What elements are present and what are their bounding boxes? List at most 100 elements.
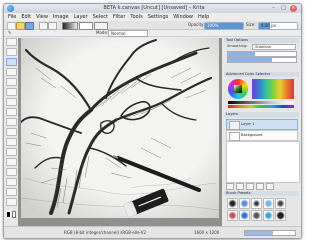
brush-preset-item[interactable] xyxy=(275,198,286,209)
layer-thumbnail xyxy=(229,121,240,130)
pattern-selector-icon[interactable] xyxy=(79,22,93,30)
layer-actions xyxy=(226,183,274,190)
color-swatch-grid[interactable] xyxy=(252,79,294,99)
smoothing-select[interactable]: Stabilizer xyxy=(252,44,296,50)
move-layer-up-icon[interactable] xyxy=(246,183,254,190)
menu-item-filter[interactable]: Filter xyxy=(113,13,125,21)
polygon-tool-icon[interactable] xyxy=(6,98,17,106)
new-document-icon[interactable] xyxy=(7,22,16,30)
brush-preset-item[interactable] xyxy=(239,198,250,209)
menu-item-select[interactable]: Select xyxy=(93,13,108,21)
color-space-status: RGB (8-bit integer/channel) sRGB-elle-V2 xyxy=(64,230,147,235)
move-tool-icon[interactable] xyxy=(6,138,17,146)
transform-tool-icon[interactable] xyxy=(6,128,17,136)
text-tool-icon[interactable] xyxy=(6,48,17,56)
size-label: Size: xyxy=(246,22,256,27)
brush-preset-item[interactable] xyxy=(263,198,274,209)
menu-item-window[interactable]: Window xyxy=(173,13,193,21)
select-shapes-tool-icon[interactable] xyxy=(6,38,17,46)
opacity-slider[interactable]: 100% xyxy=(204,22,244,30)
close-icon[interactable]: × xyxy=(290,5,297,12)
fill-tool-icon[interactable] xyxy=(6,178,17,186)
tool-options-bar: ✎ Mode: Normal xyxy=(4,30,301,37)
brush-preset-item[interactable] xyxy=(251,198,262,209)
maximize-icon[interactable]: □ xyxy=(280,5,287,12)
brush-presets-docker-title: Brush Presets xyxy=(224,191,299,196)
color-wheel[interactable] xyxy=(228,79,248,99)
zoom-slider[interactable] xyxy=(244,230,296,236)
layer-thumbnail xyxy=(229,132,240,141)
brush-preset-item[interactable] xyxy=(263,210,274,221)
menu-item-view[interactable]: View xyxy=(36,13,48,21)
add-layer-icon[interactable] xyxy=(226,183,234,190)
menu-item-help[interactable]: Help xyxy=(198,13,209,21)
pan-tool-icon[interactable] xyxy=(6,198,17,206)
mode-label: Mode: xyxy=(96,30,109,35)
layer-name: Background xyxy=(241,133,263,137)
toolbox xyxy=(6,38,17,218)
image-size-status: 1600 x 1200 xyxy=(194,230,220,235)
smoothing-label: Smoothing: xyxy=(227,44,248,48)
foreground-color-swatch[interactable] xyxy=(6,211,11,218)
zoom-tool-icon[interactable] xyxy=(6,188,17,196)
duplicate-layer-icon[interactable] xyxy=(236,183,244,190)
open-folder-icon[interactable] xyxy=(16,22,25,30)
blend-mode-select[interactable]: Normal xyxy=(108,30,148,37)
menu-item-edit[interactable]: Edit xyxy=(21,13,31,21)
menu-item-settings[interactable]: Settings xyxy=(148,13,169,21)
redo-icon[interactable] xyxy=(48,22,57,30)
crop-tool-icon[interactable] xyxy=(6,148,17,156)
gradient-tool-icon[interactable] xyxy=(6,158,17,166)
opacity-value: 100% xyxy=(207,23,219,28)
window-title: BETA k.canvas [Uncut] [Unsaved] – Krita xyxy=(103,5,205,11)
menu-item-image[interactable]: Image xyxy=(53,13,69,21)
undo-icon[interactable] xyxy=(39,22,48,30)
brush-tool-icon[interactable] xyxy=(6,58,17,66)
minimize-icon[interactable]: – xyxy=(270,5,277,12)
freehand-brush-icon[interactable]: ✎ xyxy=(8,30,11,36)
rectangle-tool-icon[interactable] xyxy=(6,78,17,86)
brush-preset-icon[interactable] xyxy=(94,22,108,30)
menu-item-layer[interactable]: Layer xyxy=(74,13,88,21)
ellipse-tool-icon[interactable] xyxy=(6,88,17,96)
brush-preset-item[interactable] xyxy=(227,210,238,221)
bezier-tool-icon[interactable] xyxy=(6,108,17,116)
menu-list: File Edit View Image Layer Select Filter Tools S… xyxy=(8,13,209,21)
layers-list-empty-area[interactable] xyxy=(226,141,300,183)
color-picker-tool-icon[interactable] xyxy=(6,168,17,176)
recent-colors-strip[interactable] xyxy=(228,101,294,104)
layer-row[interactable]: Layer 1 xyxy=(226,119,298,130)
tool-options-docker-title: Tool Options xyxy=(224,38,299,43)
dockers-panel: Tool Options Smoothing: Stabilizer Advan… xyxy=(224,38,300,226)
freehand-path-tool-icon[interactable] xyxy=(6,118,17,126)
title-bar[interactable]: BETA k.canvas [Uncut] [Unsaved] – Krita … xyxy=(4,4,301,13)
tree-sketch-drawing xyxy=(21,38,219,218)
common-colors-strip[interactable] xyxy=(228,105,294,108)
brush-preset-item[interactable] xyxy=(275,210,286,221)
canvas-area[interactable] xyxy=(18,38,222,226)
brush-preset-item[interactable] xyxy=(239,210,250,221)
layer-name: Layer 1 xyxy=(241,122,255,126)
status-bar: RGB (8-bit integer/channel) sRGB-elle-V2… xyxy=(4,226,301,238)
layers-docker-title: Layers xyxy=(224,112,299,117)
menu-bar: File Edit View Image Layer Select Filter Tools S… xyxy=(4,13,301,21)
drawing-canvas[interactable] xyxy=(21,38,219,218)
background-color-swatch[interactable] xyxy=(11,211,16,218)
main-toolbar: Opacity: 100% Size: 4.00 px xyxy=(4,21,301,30)
save-icon[interactable] xyxy=(25,22,34,30)
krita-window: BETA k.canvas [Uncut] [Unsaved] – Krita … xyxy=(3,3,302,239)
fg-bg-colors[interactable] xyxy=(6,211,16,218)
move-layer-down-icon[interactable] xyxy=(256,183,264,190)
delete-layer-icon[interactable] xyxy=(266,183,274,190)
opacity-label: Opacity: xyxy=(188,22,205,27)
menu-item-file[interactable]: File xyxy=(8,13,16,21)
line-tool-icon[interactable] xyxy=(6,68,17,76)
menu-item-tools[interactable]: Tools xyxy=(130,13,142,21)
brush-preset-item[interactable] xyxy=(227,198,238,209)
size-slider[interactable]: 4.00 px xyxy=(258,22,298,30)
smoothing-delay-slider[interactable] xyxy=(227,57,297,63)
layer-row[interactable]: Background xyxy=(226,130,298,141)
gradient-selector-icon[interactable] xyxy=(62,22,78,30)
brush-preset-item[interactable] xyxy=(251,210,262,221)
krita-logo-icon xyxy=(7,5,14,12)
